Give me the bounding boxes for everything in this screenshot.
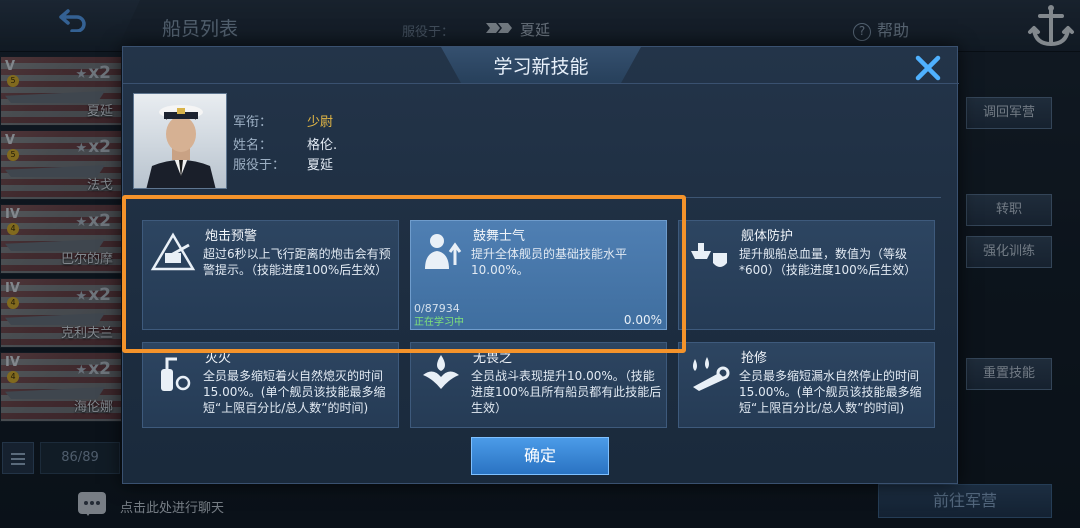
highlight-box (122, 195, 686, 353)
close-icon[interactable] (913, 53, 943, 83)
skill-description: 全员最多缩短漏水自然停止的时间15.00%。(单个舰员该技能最多缩短“上限百分比… (739, 369, 922, 415)
officer-name: 格伦. (307, 138, 338, 153)
rank-value: 少尉 (307, 115, 334, 130)
officer-portrait (133, 93, 227, 189)
rank-label: 军衔： (233, 115, 273, 130)
skill-name: 舰体防护 (741, 229, 794, 244)
skill-description: 提升舰船总血量，数值为（等级*600）（技能进度100%后生效） (739, 247, 917, 277)
name-label: 姓名： (233, 138, 273, 153)
skill-card-firefighting[interactable]: 灭火 全员最多缩短着火自然熄灭的时间15.00%。(单个舰员该技能最多缩短“上限… (142, 342, 399, 428)
serve-label: 服役于： (233, 158, 286, 173)
header-divider (123, 83, 959, 84)
hull-protection-icon (691, 243, 727, 267)
skill-card-repair[interactable]: 抢修 全员最多缩短漏水自然停止的时间15.00%。(单个舰员该技能最多缩短“上限… (678, 342, 935, 428)
dialog-title: 学习新技能 (493, 56, 589, 78)
skill-name: 抢修 (741, 351, 768, 366)
fearless-icon (423, 355, 459, 389)
officer-avatar (146, 105, 216, 188)
skill-description: 全员战斗表现提升10.00%。（技能进度100%且所有船员都有此技能后生效） (471, 369, 662, 415)
skill-card-fearless[interactable]: 无畏之 全员战斗表现提升10.00%。（技能进度100%且所有船员都有此技能后生… (410, 342, 667, 428)
firefighting-icon (161, 357, 191, 391)
confirm-button[interactable]: 确定 (471, 437, 609, 475)
serve-ship: 夏延 (307, 158, 334, 173)
skill-description: 全员最多缩短着火自然熄灭的时间15.00%。(单个舰员该技能最多缩短“上限百分比… (203, 369, 386, 415)
skill-card-hull-protection[interactable]: 舰体防护 提升舰船总血量，数值为（等级*600）（技能进度100%后生效） (678, 220, 935, 330)
repair-icon (693, 357, 730, 391)
